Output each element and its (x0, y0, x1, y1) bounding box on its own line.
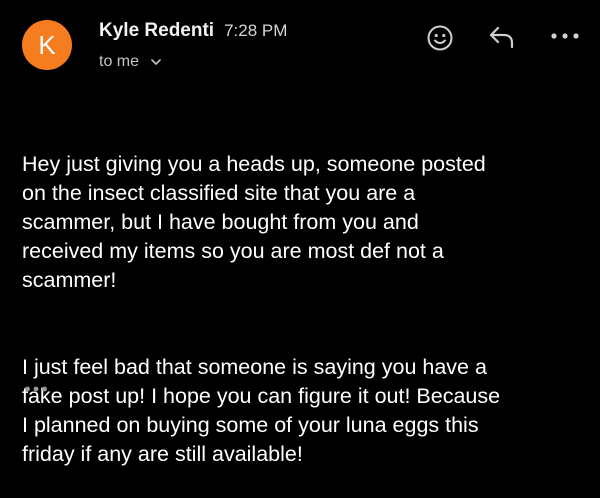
recipient-details-toggle[interactable]: to me (99, 53, 162, 71)
ellipsis-icon[interactable] (24, 385, 48, 393)
avatar-initial: K (38, 29, 56, 60)
sender-name[interactable]: Kyle Redenti (99, 20, 214, 42)
reply-arrow-icon[interactable] (487, 24, 517, 50)
more-horizontal-icon[interactable] (550, 31, 580, 41)
message-body: Hey just giving you a heads up, someone … (22, 92, 588, 498)
message-time: 7:28 PM (224, 21, 288, 40)
message-paragraph: I just feel bad that someone is saying y… (22, 355, 501, 466)
message-paragraph: Hey just giving you a heads up, someone … (22, 152, 486, 292)
chevron-down-icon (151, 59, 161, 65)
smiley-icon[interactable] (426, 24, 454, 52)
sender-avatar[interactable]: K (22, 20, 72, 70)
recipient-label: to me (99, 53, 140, 70)
sender-header: Kyle Redenti 7:28 PM (99, 20, 287, 42)
